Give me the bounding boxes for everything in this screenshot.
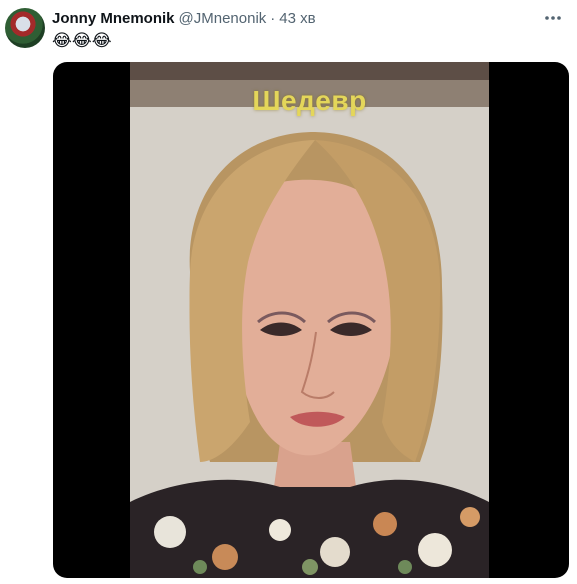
timestamp[interactable]: 43 хв	[279, 9, 315, 29]
author-handle[interactable]: @JMnenonik	[179, 9, 267, 29]
separator-dot: ·	[270, 10, 276, 27]
video-caption: Шедевр	[252, 85, 367, 116]
tweet-text: 😂😂😂	[52, 31, 112, 51]
author-name[interactable]: Jonny Mnemonik	[52, 9, 175, 29]
tweet[interactable]: Jonny Mnemonik @JMnenonik · 43 хв 😂😂😂 Ше…	[0, 0, 577, 584]
avatar[interactable]	[5, 8, 45, 48]
video-thumbnail	[130, 107, 489, 578]
video-frame[interactable]: Шедевр	[130, 62, 489, 578]
more-dots-icon[interactable]	[541, 8, 565, 28]
tweet-header: Jonny Mnemonik @JMnenonik · 43 хв	[52, 9, 316, 29]
media-video[interactable]: Шедевр	[53, 62, 569, 578]
